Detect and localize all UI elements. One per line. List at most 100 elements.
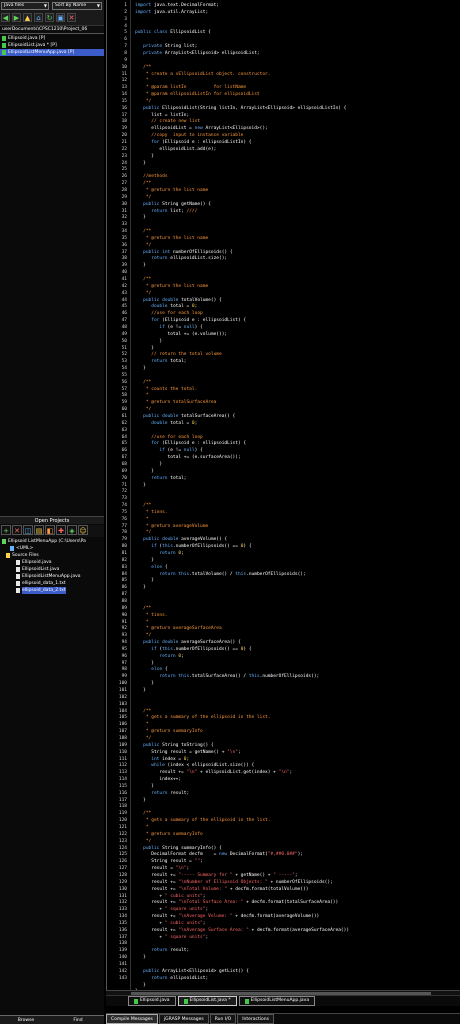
code-line[interactable]: * xyxy=(135,517,149,522)
code-line[interactable]: result += "\nTotal Volume: " + decfm.for… xyxy=(135,887,308,892)
home-icon[interactable]: ⌂ xyxy=(34,13,43,22)
code-line[interactable]: /** xyxy=(135,181,151,186)
code-line[interactable]: + " cubic units"; xyxy=(135,921,205,926)
code-line[interactable]: DecimalFormat decfm = new DecimalFormat(… xyxy=(135,852,303,857)
directory-path[interactable]: userDocuments\CPSC1210\Project_06 xyxy=(0,26,104,34)
run-icon[interactable]: ☺ xyxy=(78,525,88,535)
code-line[interactable]: } xyxy=(135,346,154,351)
code-line[interactable]: public class EllipsoidList { xyxy=(135,30,211,35)
tree-item[interactable]: Ellipsoid ListMenuApp (C:\Users\Pa xyxy=(0,538,104,545)
code-line[interactable]: return ellipsoidList.size(); xyxy=(135,256,227,261)
code-line[interactable]: while (index < ellipsoidList.size()) { xyxy=(135,763,254,768)
code-line[interactable]: for (Ellipsoid e : ellipsoidList) { xyxy=(135,441,246,446)
code-line[interactable]: } xyxy=(135,469,154,474)
code-line[interactable]: */ xyxy=(135,243,151,248)
code-line[interactable]: } xyxy=(135,263,146,268)
code-line[interactable]: * xyxy=(135,393,149,398)
code-line[interactable]: } xyxy=(135,483,146,488)
code-line[interactable]: } xyxy=(135,366,146,371)
tree-item[interactable]: <UML> xyxy=(0,545,104,552)
code-line[interactable]: } xyxy=(135,161,146,166)
code-line[interactable]: return total; xyxy=(135,359,186,364)
code-line[interactable]: * @return the list name xyxy=(135,236,208,241)
tree-item[interactable]: Source Files xyxy=(0,552,104,559)
code-line[interactable]: if (e != null) { xyxy=(135,448,202,453)
code-line[interactable]: return total; xyxy=(135,476,186,481)
code-line[interactable]: return ellipsoidList; xyxy=(135,976,208,981)
code-line[interactable]: } xyxy=(135,688,146,693)
code-line[interactable]: private String list; xyxy=(135,44,197,49)
code-line[interactable]: public double averageSurfaceArea() { xyxy=(135,640,241,645)
code-line[interactable]: } xyxy=(135,215,146,220)
code-line[interactable]: * @return totalSurfaceArea xyxy=(135,400,216,405)
code-line[interactable]: /** xyxy=(135,277,151,282)
code-line[interactable]: public double averageVolume() { xyxy=(135,537,227,542)
code-line[interactable]: result += "\nAverage Surface Area: " + d… xyxy=(135,928,349,933)
code-editor[interactable]: 1 2 3 4 5 6 7 8 9 10 11 12 13 14 15 16 17 18 19 20 21 22 23 24 2… xyxy=(106,0,460,994)
code-line[interactable]: result += "\n" + ellipsoidList.get(index… xyxy=(135,770,292,775)
code-line[interactable]: } xyxy=(135,784,154,789)
code-line[interactable]: */ xyxy=(135,633,151,638)
code-line[interactable]: result += "----- Summary for " + getName… xyxy=(135,873,297,878)
code-line[interactable]: * @return summaryInfo xyxy=(135,832,203,837)
code-line[interactable]: if (this.numberOfEllipsoids() == 0) { xyxy=(135,544,251,549)
code-line[interactable]: for (Ellipsoid e : ellipsoidList) { xyxy=(135,318,246,323)
file-list-item[interactable]: Ellipsoid.java [P] xyxy=(0,35,104,42)
code-line[interactable]: public double totalVolume() { xyxy=(135,298,222,303)
code-line[interactable]: //use for each loop xyxy=(135,435,202,440)
code-line[interactable]: /** xyxy=(135,229,151,234)
code-line[interactable]: * xyxy=(135,825,149,830)
editor-tab[interactable]: EllipsoidList.java * xyxy=(177,996,237,1006)
code-line[interactable]: ellipsoidList.add(e); xyxy=(135,147,216,152)
code-line[interactable]: ellipsoidList = new ArrayList<Ellipsoid>… xyxy=(135,126,268,131)
tree-item[interactable]: Ellipsoid.java xyxy=(0,559,104,566)
new-folder-icon[interactable]: ▣ xyxy=(56,13,65,22)
code-line[interactable]: * xyxy=(135,620,149,625)
code-line[interactable]: return this.totalSurfaceArea() / this.nu… xyxy=(135,674,319,679)
code-line[interactable]: public String getName() { xyxy=(135,202,211,207)
code-line[interactable]: * @param ellipsoidListIn for ellipsoidLi… xyxy=(135,92,260,97)
code-line[interactable]: String result = ""; xyxy=(135,859,203,864)
jar-icon[interactable]: ◈ xyxy=(67,525,77,535)
code-line[interactable]: return result; xyxy=(135,948,189,953)
code-line[interactable]: } xyxy=(135,585,146,590)
code-line[interactable]: } xyxy=(135,154,154,159)
message-tab[interactable]: Interactions xyxy=(237,1014,274,1024)
file-filter-dropdown[interactable]: Java files ▼ xyxy=(1,2,49,10)
code-line[interactable]: import java.util.ArrayList; xyxy=(135,10,208,15)
folder-up-icon[interactable]: ▲ xyxy=(23,13,32,22)
tree-item[interactable]: ellipsoid_data_1.txt xyxy=(0,580,104,587)
code-line[interactable]: /** xyxy=(135,811,151,816)
code-line[interactable]: } xyxy=(135,462,162,467)
code-line[interactable]: //copy input to instance variable xyxy=(135,133,243,138)
delete-icon[interactable]: ✕ xyxy=(67,13,76,22)
uml-icon[interactable]: ◫ xyxy=(23,525,33,535)
code-area[interactable]: import java.text.DecimalFormat; import ja… xyxy=(135,0,455,994)
compile-icon[interactable]: ✚ xyxy=(56,525,66,535)
code-line[interactable]: * counts the total. xyxy=(135,387,197,392)
code-line[interactable]: /** xyxy=(135,503,151,508)
code-line[interactable]: } xyxy=(135,798,146,803)
code-line[interactable]: * xyxy=(135,722,149,727)
code-line[interactable]: // create new list xyxy=(135,119,200,124)
code-line[interactable]: result = "\n"; xyxy=(135,866,189,871)
tree-item[interactable]: ellipsoid_data_2.txt xyxy=(0,587,104,594)
tree-item[interactable]: EllipsoidListMenuApp.java xyxy=(0,573,104,580)
message-tab[interactable]: Run I/O xyxy=(209,1014,237,1024)
code-line[interactable]: * gets a summary of the ellipsoid in the… xyxy=(135,818,271,823)
code-line[interactable]: * @return averageVolume xyxy=(135,524,208,529)
code-line[interactable]: result += "\nAverage Volume: " + decfm.f… xyxy=(135,914,319,919)
code-line[interactable]: */ xyxy=(135,839,151,844)
code-line[interactable]: double total = 0; xyxy=(135,421,197,426)
code-line[interactable]: } xyxy=(135,983,146,988)
code-line[interactable]: * @return the list name xyxy=(135,188,208,193)
code-line[interactable]: * @return summaryInfo xyxy=(135,729,203,734)
code-line[interactable]: public int numberOfEllipsoids() { xyxy=(135,250,232,255)
code-line[interactable]: * @return averageSurfaceArea xyxy=(135,626,222,631)
code-line[interactable]: else { xyxy=(135,667,167,672)
code-line[interactable]: */ xyxy=(135,195,151,200)
code-line[interactable]: */ xyxy=(135,407,151,412)
code-line[interactable]: /** xyxy=(135,709,151,714)
back-arrow-icon[interactable]: ◀ xyxy=(1,13,10,22)
code-line[interactable]: } xyxy=(135,681,154,686)
